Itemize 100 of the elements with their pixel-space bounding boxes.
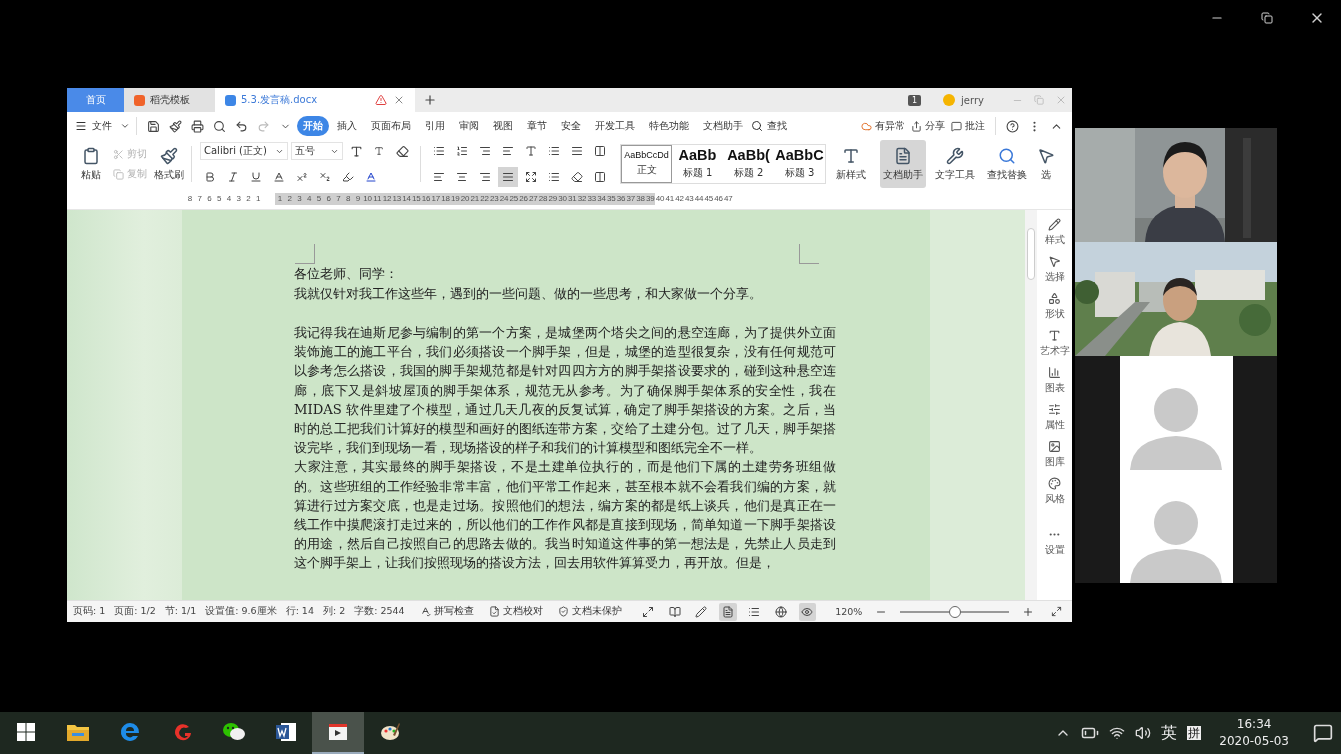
new-style-button[interactable]: 新样式 xyxy=(832,140,870,188)
magnifier-icon[interactable] xyxy=(212,119,226,133)
spacing-icon[interactable] xyxy=(571,145,583,157)
ribbon-tab[interactable]: 文档助手 xyxy=(697,116,749,136)
wrench-icon[interactable] xyxy=(946,146,964,165)
document-icon[interactable] xyxy=(894,146,912,165)
ribbon-tool-button[interactable]: 文字工具 xyxy=(932,140,978,188)
side-panel-button[interactable]: 设置 xyxy=(1044,528,1065,557)
ribbon-tab[interactable]: 开始 xyxy=(297,116,329,136)
ribbon-tab[interactable]: 页面布局 xyxy=(365,116,417,136)
indent-icon[interactable] xyxy=(479,145,491,157)
grow-font-icon[interactable] xyxy=(349,144,363,158)
ribbon-tab[interactable]: 特色功能 xyxy=(643,116,695,136)
side-panel-button[interactable]: 风格 xyxy=(1044,477,1065,506)
clock[interactable]: 16:34 2020-05-03 xyxy=(1219,716,1289,750)
paste-button[interactable]: 粘贴 xyxy=(73,140,109,188)
status-button[interactable]: 拼写检查 xyxy=(433,605,474,618)
align-center-icon[interactable] xyxy=(456,171,468,183)
font-color-icon[interactable] xyxy=(365,171,377,183)
ribbon-tab[interactable]: 审阅 xyxy=(453,116,485,136)
brush-icon[interactable] xyxy=(168,119,182,133)
status-button[interactable]: 文档校对 xyxy=(502,605,543,618)
search-icon[interactable] xyxy=(998,146,1016,165)
side-panel-button[interactable]: 图表 xyxy=(1044,366,1065,395)
clipboard-icon[interactable] xyxy=(82,146,100,165)
document-tab[interactable]: 稻壳模板 xyxy=(124,88,215,112)
ribbon-tab[interactable]: 视图 xyxy=(487,116,519,136)
share-icon[interactable] xyxy=(911,120,922,132)
shading-icon[interactable] xyxy=(571,171,583,183)
find-button[interactable]: 查找 xyxy=(765,116,793,136)
undo-icon[interactable] xyxy=(234,119,248,133)
side-panel-button[interactable]: 图库 xyxy=(1044,440,1065,469)
side-panel-button[interactable]: 选择 xyxy=(1044,255,1065,284)
ribbon-tool-button[interactable]: 查找替换 xyxy=(984,140,1030,188)
notification-icon[interactable] xyxy=(1313,723,1333,743)
status-button[interactable]: 文档未保护 xyxy=(571,605,622,618)
table-icon[interactable] xyxy=(594,171,606,183)
distribute-icon[interactable] xyxy=(525,171,537,183)
outdent-icon[interactable] xyxy=(502,145,514,157)
bold-icon[interactable] xyxy=(204,171,216,183)
bullet-list-icon[interactable] xyxy=(433,145,445,157)
border-icon[interactable] xyxy=(594,145,606,157)
subscript-icon[interactable] xyxy=(319,171,331,183)
align-left-icon[interactable] xyxy=(433,171,445,183)
document-tab[interactable]: 5.3.发言稿.docx xyxy=(215,88,415,112)
plus-icon[interactable] xyxy=(423,93,437,107)
action-button[interactable]: 有异常 xyxy=(874,116,909,136)
search-icon[interactable] xyxy=(751,120,763,132)
slider-thumb[interactable] xyxy=(948,605,961,618)
restore-icon[interactable] xyxy=(1261,12,1273,24)
align-right-icon[interactable] xyxy=(479,171,491,183)
side-panel-button[interactable]: 属性 xyxy=(1044,403,1065,432)
eraser-icon[interactable] xyxy=(395,144,409,158)
italic-icon[interactable] xyxy=(227,171,239,183)
shrink-font-icon[interactable] xyxy=(374,146,384,156)
file-check-icon[interactable] xyxy=(488,606,500,617)
action-button[interactable]: 分享 xyxy=(924,116,949,136)
input-language[interactable]: 英 xyxy=(1161,722,1178,744)
comment-icon[interactable] xyxy=(951,120,962,132)
text-effect-icon[interactable] xyxy=(273,171,285,183)
superscript-icon[interactable] xyxy=(296,171,308,183)
zoom-level[interactable]: 120% xyxy=(835,606,863,617)
wifi-icon[interactable] xyxy=(1109,725,1126,741)
letter-icon[interactable] xyxy=(842,146,860,165)
brush-icon[interactable] xyxy=(160,146,178,165)
file-menu[interactable]: 文件 xyxy=(89,116,118,136)
fullscreen-icon[interactable] xyxy=(1050,606,1062,617)
underline-icon[interactable] xyxy=(250,171,262,183)
taskbar-app[interactable] xyxy=(312,712,364,754)
side-panel-button[interactable]: 形状 xyxy=(1044,292,1065,321)
side-panel-button[interactable]: 样式 xyxy=(1044,218,1065,247)
ribbon-tab[interactable]: 引用 xyxy=(419,116,451,136)
shield-icon[interactable] xyxy=(557,606,569,617)
text-size-icon[interactable] xyxy=(525,145,537,157)
zoom-in-icon[interactable] xyxy=(1021,605,1034,618)
save-icon[interactable] xyxy=(146,119,160,133)
font-select[interactable]: Calibri (正文) xyxy=(200,142,288,160)
ribbon-tool-button[interactable]: 选 xyxy=(1036,140,1056,188)
line-spacing-icon[interactable] xyxy=(548,171,560,183)
format-painter-button[interactable]: 格式刷 xyxy=(151,140,187,188)
ribbon-tab[interactable]: 插入 xyxy=(331,116,363,136)
style-option[interactable]: AaBbCcDd 正文 xyxy=(621,145,672,183)
ribbon-tab[interactable]: 章节 xyxy=(521,116,553,136)
action-button[interactable]: 批注 xyxy=(964,116,989,136)
pointer-icon[interactable] xyxy=(1037,146,1055,165)
input-mode[interactable]: 拼 xyxy=(1187,726,1202,740)
caret-icon[interactable] xyxy=(120,121,130,131)
print-icon[interactable] xyxy=(190,119,204,133)
ribbon-tool-button[interactable]: 文档助手 xyxy=(880,140,926,188)
help-icon[interactable] xyxy=(1005,119,1019,133)
size-select[interactable]: 五号 xyxy=(291,142,343,160)
volume-icon[interactable] xyxy=(1135,725,1152,741)
ribbon-tab[interactable]: 安全 xyxy=(555,116,587,136)
scrollbar[interactable] xyxy=(1025,210,1037,600)
numbered-list-icon[interactable] xyxy=(456,145,468,157)
sort-icon[interactable] xyxy=(548,145,560,157)
spellcheck-icon[interactable] xyxy=(419,606,431,617)
cloud-icon[interactable] xyxy=(861,120,872,132)
side-panel-button[interactable]: 艺术字 xyxy=(1039,329,1070,358)
ribbon-tab[interactable]: 开发工具 xyxy=(589,116,641,136)
